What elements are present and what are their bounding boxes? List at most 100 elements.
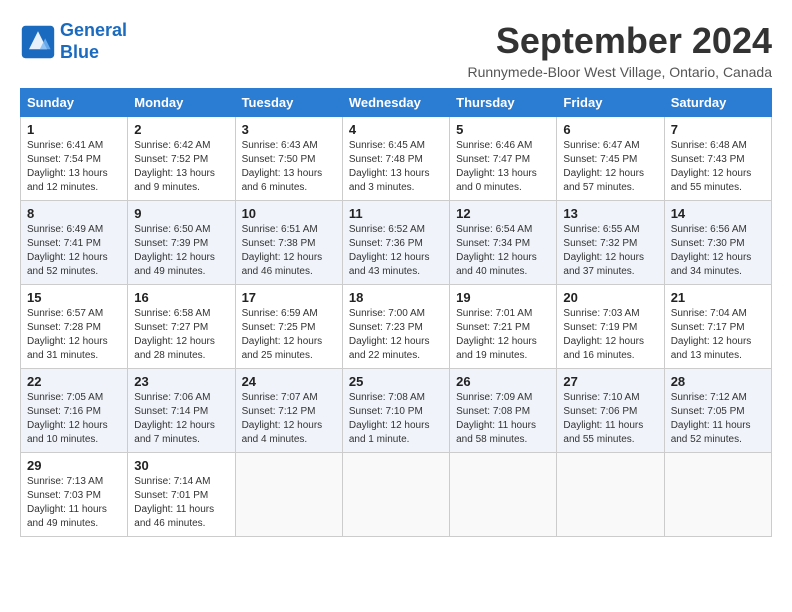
day-number: 18 bbox=[349, 290, 443, 305]
day-info: Sunrise: 7:14 AM Sunset: 7:01 PM Dayligh… bbox=[134, 475, 228, 531]
calendar-cell: 3 Sunrise: 6:43 AM Sunset: 7:50 PM Daylig… bbox=[235, 117, 342, 201]
calendar-cell: 24 Sunrise: 7:07 AM Sunset: 7:12 PM Dayli… bbox=[235, 369, 342, 453]
day-info: Sunrise: 6:45 AM Sunset: 7:48 PM Dayligh… bbox=[349, 139, 443, 195]
day-number: 8 bbox=[27, 206, 121, 221]
day-number: 22 bbox=[27, 374, 121, 389]
day-info: Sunrise: 7:08 AM Sunset: 7:10 PM Dayligh… bbox=[349, 391, 443, 447]
calendar-cell: 20 Sunrise: 7:03 AM Sunset: 7:19 PM Dayli… bbox=[557, 285, 664, 369]
day-number: 14 bbox=[671, 206, 765, 221]
calendar-cell: 14 Sunrise: 6:56 AM Sunset: 7:30 PM Dayli… bbox=[664, 201, 771, 285]
day-info: Sunrise: 6:50 AM Sunset: 7:39 PM Dayligh… bbox=[134, 223, 228, 279]
day-info: Sunrise: 6:58 AM Sunset: 7:27 PM Dayligh… bbox=[134, 307, 228, 363]
day-number: 26 bbox=[456, 374, 550, 389]
day-number: 29 bbox=[27, 458, 121, 473]
calendar-cell: 11 Sunrise: 6:52 AM Sunset: 7:36 PM Dayli… bbox=[342, 201, 449, 285]
day-number: 12 bbox=[456, 206, 550, 221]
calendar-cell: 27 Sunrise: 7:10 AM Sunset: 7:06 PM Dayli… bbox=[557, 369, 664, 453]
calendar-cell: 26 Sunrise: 7:09 AM Sunset: 7:08 PM Dayli… bbox=[450, 369, 557, 453]
calendar-cell: 18 Sunrise: 7:00 AM Sunset: 7:23 PM Dayli… bbox=[342, 285, 449, 369]
calendar-cell bbox=[342, 453, 449, 537]
day-number: 5 bbox=[456, 122, 550, 137]
day-info: Sunrise: 6:57 AM Sunset: 7:28 PM Dayligh… bbox=[27, 307, 121, 363]
day-number: 9 bbox=[134, 206, 228, 221]
calendar-week-row: 8 Sunrise: 6:49 AM Sunset: 7:41 PM Daylig… bbox=[21, 201, 772, 285]
calendar-week-row: 22 Sunrise: 7:05 AM Sunset: 7:16 PM Dayli… bbox=[21, 369, 772, 453]
weekday-header-saturday: Saturday bbox=[664, 89, 771, 117]
day-info: Sunrise: 7:03 AM Sunset: 7:19 PM Dayligh… bbox=[563, 307, 657, 363]
day-number: 11 bbox=[349, 206, 443, 221]
title-block: September 2024 Runnymede-Bloor West Vill… bbox=[467, 20, 772, 80]
logo-line2: Blue bbox=[60, 42, 99, 62]
day-number: 30 bbox=[134, 458, 228, 473]
calendar-cell: 30 Sunrise: 7:14 AM Sunset: 7:01 PM Dayli… bbox=[128, 453, 235, 537]
calendar-cell: 1Sunrise: 6:41 AM Sunset: 7:54 PM Daylig… bbox=[21, 117, 128, 201]
day-info: Sunrise: 7:07 AM Sunset: 7:12 PM Dayligh… bbox=[242, 391, 336, 447]
calendar-cell: 21 Sunrise: 7:04 AM Sunset: 7:17 PM Dayli… bbox=[664, 285, 771, 369]
day-info: Sunrise: 7:00 AM Sunset: 7:23 PM Dayligh… bbox=[349, 307, 443, 363]
weekday-header-sunday: Sunday bbox=[21, 89, 128, 117]
day-number: 7 bbox=[671, 122, 765, 137]
day-number: 4 bbox=[349, 122, 443, 137]
calendar-cell: 29 Sunrise: 7:13 AM Sunset: 7:03 PM Dayli… bbox=[21, 453, 128, 537]
day-info: Sunrise: 6:42 AM Sunset: 7:52 PM Dayligh… bbox=[134, 139, 228, 195]
month-title: September 2024 bbox=[467, 20, 772, 62]
calendar-cell: 4 Sunrise: 6:45 AM Sunset: 7:48 PM Daylig… bbox=[342, 117, 449, 201]
day-info: Sunrise: 7:04 AM Sunset: 7:17 PM Dayligh… bbox=[671, 307, 765, 363]
logo-line1: General bbox=[60, 20, 127, 40]
weekday-header-friday: Friday bbox=[557, 89, 664, 117]
day-info: Sunrise: 6:51 AM Sunset: 7:38 PM Dayligh… bbox=[242, 223, 336, 279]
weekday-header-wednesday: Wednesday bbox=[342, 89, 449, 117]
day-number: 6 bbox=[563, 122, 657, 137]
calendar-cell: 7 Sunrise: 6:48 AM Sunset: 7:43 PM Daylig… bbox=[664, 117, 771, 201]
day-info: Sunrise: 6:47 AM Sunset: 7:45 PM Dayligh… bbox=[563, 139, 657, 195]
day-info: Sunrise: 6:52 AM Sunset: 7:36 PM Dayligh… bbox=[349, 223, 443, 279]
day-number: 16 bbox=[134, 290, 228, 305]
day-info: Sunrise: 6:55 AM Sunset: 7:32 PM Dayligh… bbox=[563, 223, 657, 279]
calendar-week-row: 1Sunrise: 6:41 AM Sunset: 7:54 PM Daylig… bbox=[21, 117, 772, 201]
day-info: Sunrise: 7:05 AM Sunset: 7:16 PM Dayligh… bbox=[27, 391, 121, 447]
day-info: Sunrise: 6:48 AM Sunset: 7:43 PM Dayligh… bbox=[671, 139, 765, 195]
day-number: 24 bbox=[242, 374, 336, 389]
page-header: General Blue September 2024 Runnymede-Bl… bbox=[20, 20, 772, 80]
day-info: Sunrise: 6:56 AM Sunset: 7:30 PM Dayligh… bbox=[671, 223, 765, 279]
calendar-cell: 23Sunrise: 7:06 AM Sunset: 7:14 PM Dayli… bbox=[128, 369, 235, 453]
day-info: Sunrise: 7:09 AM Sunset: 7:08 PM Dayligh… bbox=[456, 391, 550, 447]
logo-text: General Blue bbox=[60, 20, 127, 63]
day-number: 19 bbox=[456, 290, 550, 305]
location-title: Runnymede-Bloor West Village, Ontario, C… bbox=[467, 64, 772, 80]
day-info: Sunrise: 7:10 AM Sunset: 7:06 PM Dayligh… bbox=[563, 391, 657, 447]
calendar-cell: 28Sunrise: 7:12 AM Sunset: 7:05 PM Dayli… bbox=[664, 369, 771, 453]
calendar-cell bbox=[664, 453, 771, 537]
day-number: 3 bbox=[242, 122, 336, 137]
calendar-cell: 12 Sunrise: 6:54 AM Sunset: 7:34 PM Dayli… bbox=[450, 201, 557, 285]
day-info: Sunrise: 6:49 AM Sunset: 7:41 PM Dayligh… bbox=[27, 223, 121, 279]
calendar-cell: 13 Sunrise: 6:55 AM Sunset: 7:32 PM Dayli… bbox=[557, 201, 664, 285]
calendar-cell: 5Sunrise: 6:46 AM Sunset: 7:47 PM Daylig… bbox=[450, 117, 557, 201]
calendar-cell: 2 Sunrise: 6:42 AM Sunset: 7:52 PM Daylig… bbox=[128, 117, 235, 201]
weekday-header-thursday: Thursday bbox=[450, 89, 557, 117]
day-number: 21 bbox=[671, 290, 765, 305]
day-info: Sunrise: 6:54 AM Sunset: 7:34 PM Dayligh… bbox=[456, 223, 550, 279]
day-number: 2 bbox=[134, 122, 228, 137]
day-info: Sunrise: 6:41 AM Sunset: 7:54 PM Dayligh… bbox=[27, 139, 121, 195]
calendar-cell: 17Sunrise: 6:59 AM Sunset: 7:25 PM Dayli… bbox=[235, 285, 342, 369]
calendar-week-row: 15Sunrise: 6:57 AM Sunset: 7:28 PM Dayli… bbox=[21, 285, 772, 369]
day-number: 27 bbox=[563, 374, 657, 389]
calendar-cell: 10 Sunrise: 6:51 AM Sunset: 7:38 PM Dayli… bbox=[235, 201, 342, 285]
calendar-cell: 15Sunrise: 6:57 AM Sunset: 7:28 PM Dayli… bbox=[21, 285, 128, 369]
day-number: 23 bbox=[134, 374, 228, 389]
day-number: 17 bbox=[242, 290, 336, 305]
day-number: 28 bbox=[671, 374, 765, 389]
day-number: 10 bbox=[242, 206, 336, 221]
day-info: Sunrise: 6:43 AM Sunset: 7:50 PM Dayligh… bbox=[242, 139, 336, 195]
day-info: Sunrise: 7:01 AM Sunset: 7:21 PM Dayligh… bbox=[456, 307, 550, 363]
weekday-header-row: SundayMondayTuesdayWednesdayThursdayFrid… bbox=[21, 89, 772, 117]
calendar-cell: 16 Sunrise: 6:58 AM Sunset: 7:27 PM Dayli… bbox=[128, 285, 235, 369]
day-number: 13 bbox=[563, 206, 657, 221]
calendar-cell bbox=[450, 453, 557, 537]
calendar-cell bbox=[235, 453, 342, 537]
calendar-cell: 22 Sunrise: 7:05 AM Sunset: 7:16 PM Dayli… bbox=[21, 369, 128, 453]
day-number: 20 bbox=[563, 290, 657, 305]
weekday-header-monday: Monday bbox=[128, 89, 235, 117]
day-info: Sunrise: 7:13 AM Sunset: 7:03 PM Dayligh… bbox=[27, 475, 121, 531]
